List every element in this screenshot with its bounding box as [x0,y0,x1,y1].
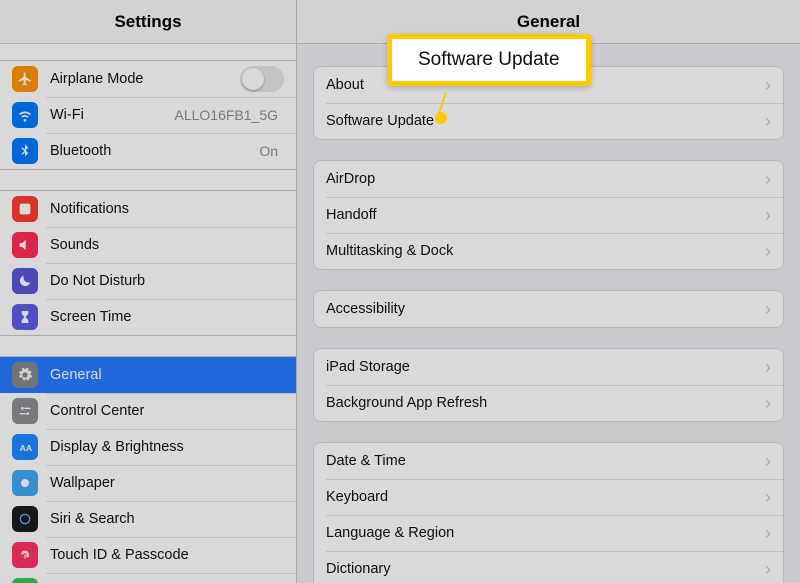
chevron-right-icon: › [765,524,771,542]
sidebar-item-display-brightness[interactable]: AA Display & Brightness [0,429,296,465]
sidebar-title: Settings [0,0,296,44]
row-label: Airplane Mode [50,71,240,87]
detail-group-locale: Date & Time› Keyboard› Language & Region… [313,442,784,583]
row-label: Notifications [50,201,284,217]
row-label: Multitasking & Dock [326,243,765,259]
row-label: Bluetooth [50,143,259,159]
hourglass-icon [12,304,38,330]
row-label: Sounds [50,237,284,253]
settings-screen: Settings Airplane Mode Wi-Fi ALLO16FB1_5… [0,0,800,583]
gear-icon [12,362,38,388]
callout-software-update: Software Update [387,34,591,86]
detail-group-storage: iPad Storage› Background App Refresh› [313,348,784,422]
row-label: Siri & Search [50,511,284,527]
chevron-right-icon: › [765,112,771,130]
row-label: Do Not Disturb [50,273,284,289]
detail-item-date-time[interactable]: Date & Time› [314,443,783,479]
detail-item-dictionary[interactable]: Dictionary› [314,551,783,583]
sidebar-item-screen-time[interactable]: Screen Time [0,299,296,335]
detail-item-software-update[interactable]: Software Update› [314,103,783,139]
sidebar-item-wifi[interactable]: Wi-Fi ALLO16FB1_5G [0,97,296,133]
row-label: Touch ID & Passcode [50,547,284,563]
chevron-right-icon: › [765,358,771,376]
detail-item-language-region[interactable]: Language & Region› [314,515,783,551]
wifi-icon [12,102,38,128]
row-value: On [259,143,278,159]
row-label: AirDrop [326,171,765,187]
sliders-icon [12,398,38,424]
chevron-right-icon: › [765,242,771,260]
row-label: Screen Time [50,309,284,325]
row-label: Display & Brightness [50,439,284,455]
row-label: Language & Region [326,525,765,541]
row-label: Software Update [326,113,765,129]
chevron-right-icon: › [765,394,771,412]
moon-icon [12,268,38,294]
bluetooth-icon [12,138,38,164]
notifications-icon [12,196,38,222]
sidebar-item-control-center[interactable]: Control Center [0,393,296,429]
callout-pointer-dot [435,112,447,124]
sidebar-item-sounds[interactable]: Sounds [0,227,296,263]
sidebar-group-device: General Control Center AA Display & Brig… [0,356,296,583]
chevron-right-icon: › [765,170,771,188]
sidebar-item-bluetooth[interactable]: Bluetooth On [0,133,296,169]
settings-sidebar: Settings Airplane Mode Wi-Fi ALLO16FB1_5… [0,0,297,583]
general-detail: General About› Software Update› AirDrop›… [297,0,800,583]
detail-group-accessibility: Accessibility› [313,290,784,328]
airplane-toggle[interactable] [240,66,284,92]
sounds-icon [12,232,38,258]
detail-item-background-refresh[interactable]: Background App Refresh› [314,385,783,421]
brightness-icon: AA [12,434,38,460]
sidebar-item-do-not-disturb[interactable]: Do Not Disturb [0,263,296,299]
row-label: Accessibility [326,301,765,317]
wallpaper-icon [12,470,38,496]
chevron-right-icon: › [765,488,771,506]
fingerprint-icon [12,542,38,568]
chevron-right-icon: › [765,206,771,224]
row-label: Keyboard [326,489,765,505]
sidebar-item-touch-id[interactable]: Touch ID & Passcode [0,537,296,573]
row-label: Handoff [326,207,765,223]
chevron-right-icon: › [765,76,771,94]
row-label: Date & Time [326,453,765,469]
sidebar-group-alerts: Notifications Sounds Do Not Disturb Scre… [0,190,296,336]
chevron-right-icon: › [765,560,771,578]
row-label: Wallpaper [50,475,284,491]
row-label: Control Center [50,403,284,419]
sidebar-item-general[interactable]: General [0,357,296,393]
row-label: iPad Storage [326,359,765,375]
svg-text:AA: AA [20,443,33,453]
detail-item-accessibility[interactable]: Accessibility› [314,291,783,327]
callout-label: Software Update [387,34,591,86]
detail-item-multitasking-dock[interactable]: Multitasking & Dock› [314,233,783,269]
detail-group-airdrop: AirDrop› Handoff› Multitasking & Dock› [313,160,784,270]
sidebar-item-battery[interactable]: Battery [0,573,296,583]
detail-item-airdrop[interactable]: AirDrop› [314,161,783,197]
row-label: Dictionary [326,561,765,577]
row-label: Background App Refresh [326,395,765,411]
sidebar-item-airplane-mode[interactable]: Airplane Mode [0,61,296,97]
sidebar-item-notifications[interactable]: Notifications [0,191,296,227]
sidebar-item-siri[interactable]: Siri & Search [0,501,296,537]
airplane-icon [12,66,38,92]
chevron-right-icon: › [765,452,771,470]
row-label: General [50,367,284,383]
siri-icon [12,506,38,532]
row-value: ALLO16FB1_5G [174,107,278,123]
sidebar-item-wallpaper[interactable]: Wallpaper [0,465,296,501]
sidebar-group-connectivity: Airplane Mode Wi-Fi ALLO16FB1_5G Bluetoo… [0,60,296,170]
detail-item-handoff[interactable]: Handoff› [314,197,783,233]
detail-item-keyboard[interactable]: Keyboard› [314,479,783,515]
detail-item-ipad-storage[interactable]: iPad Storage› [314,349,783,385]
row-label: Wi-Fi [50,107,174,123]
chevron-right-icon: › [765,300,771,318]
battery-icon [12,578,38,583]
